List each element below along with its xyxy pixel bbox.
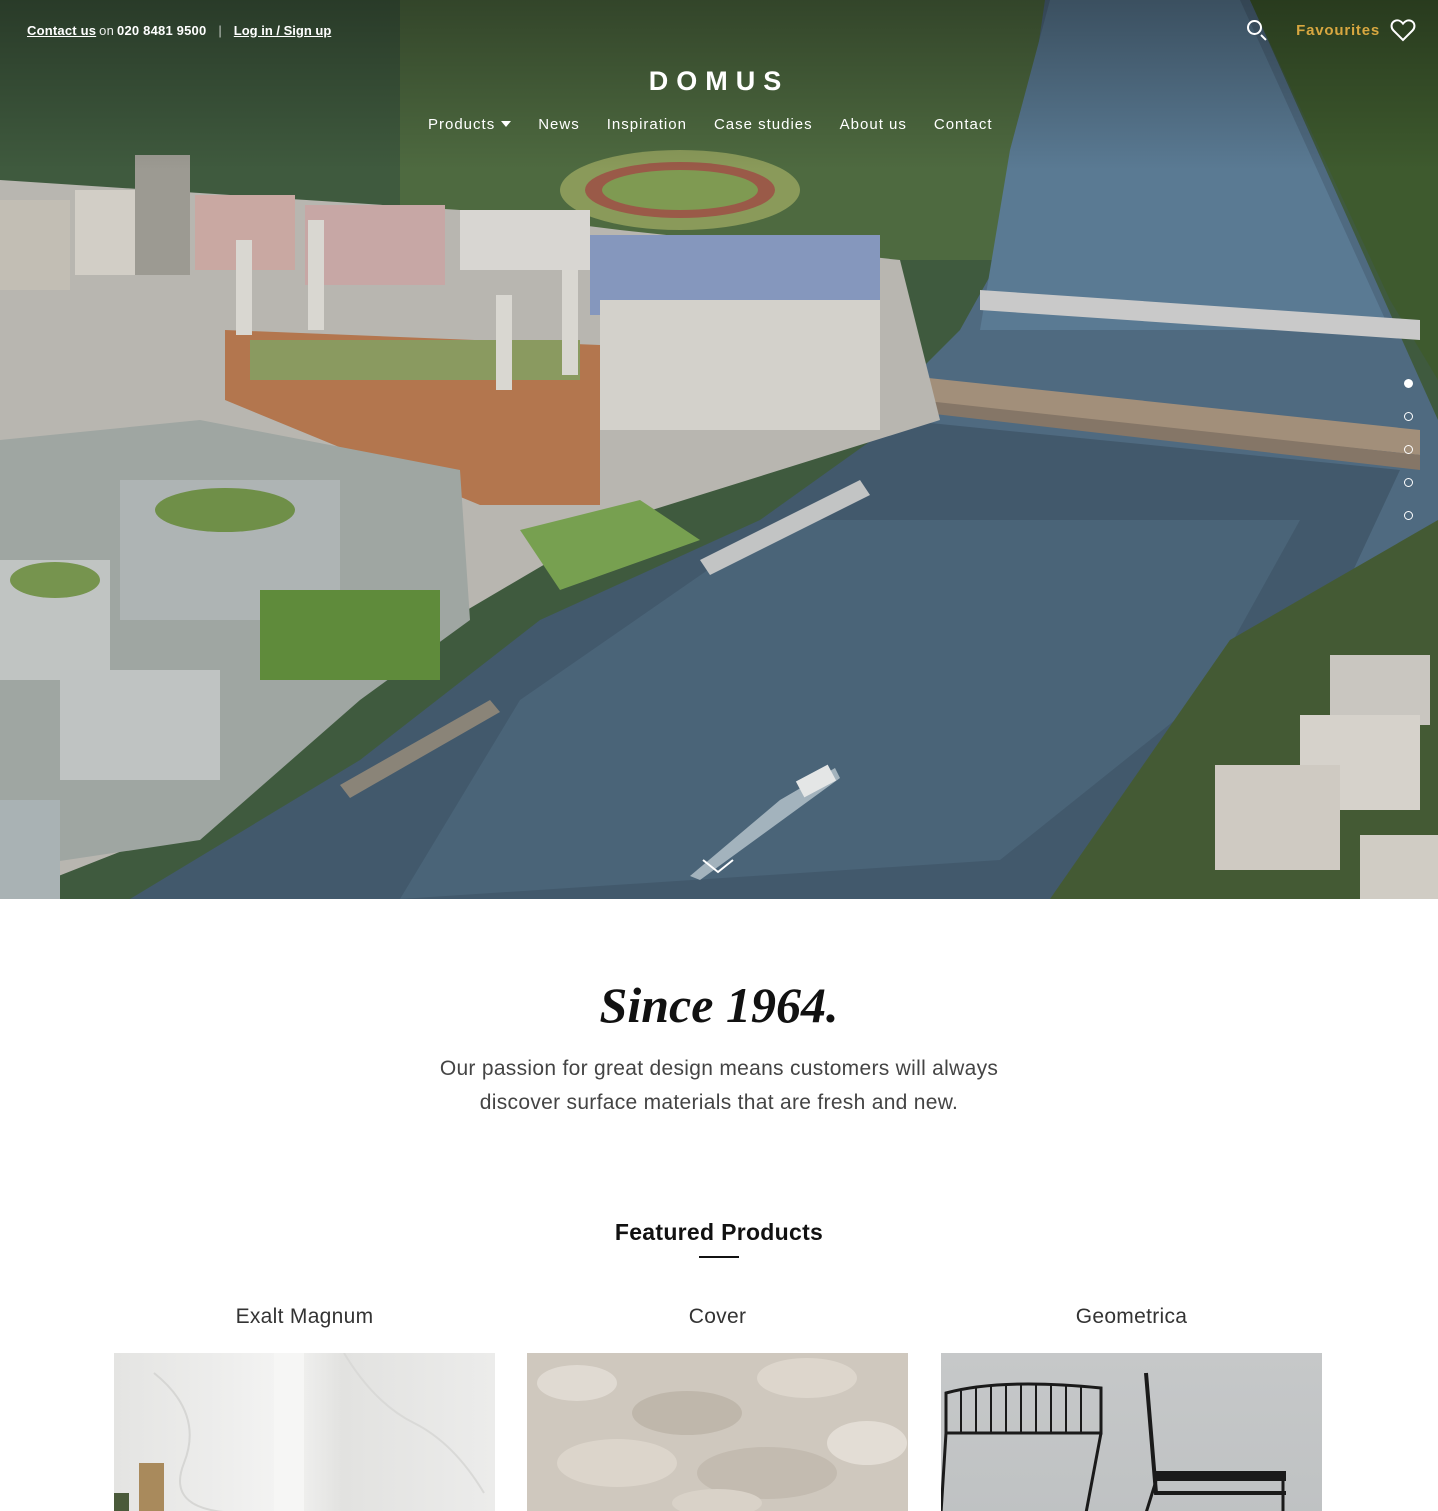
- main-nav: Products News Inspiration Case studies A…: [428, 116, 993, 133]
- favourites-link[interactable]: Favourites: [1296, 22, 1380, 39]
- login-signup-link[interactable]: Log in / Sign up: [234, 23, 331, 38]
- nav-item-news[interactable]: News: [538, 116, 580, 133]
- product-name[interactable]: Exalt Magnum: [114, 1305, 495, 1335]
- product-card[interactable]: Geometrica: [941, 1305, 1322, 1511]
- topbar-separator: |: [218, 22, 222, 38]
- product-name[interactable]: Geometrica: [941, 1305, 1322, 1335]
- slider-pagination: [1404, 379, 1414, 544]
- product-name[interactable]: Cover: [527, 1305, 908, 1335]
- intro-tagline: Our passion for great design means custo…: [369, 1052, 1069, 1120]
- topbar-actions: Favourites: [1246, 18, 1416, 42]
- search-icon[interactable]: [1246, 19, 1268, 41]
- product-image[interactable]: [527, 1353, 908, 1511]
- nav-item-about-us[interactable]: About us: [840, 116, 907, 133]
- nav-item-label: Products: [428, 116, 496, 133]
- slide-dot[interactable]: [1404, 445, 1413, 454]
- phone-number[interactable]: 020 8481 9500: [117, 23, 206, 38]
- nav-item-products[interactable]: Products: [428, 116, 512, 133]
- product-card[interactable]: Cover: [527, 1305, 908, 1511]
- nav-item-contact[interactable]: Contact: [934, 116, 993, 133]
- slide-dot[interactable]: [1404, 412, 1413, 421]
- top-bar: Contact us on 020 8481 9500 | Log in / Sig…: [27, 18, 1416, 42]
- product-image[interactable]: [941, 1353, 1322, 1511]
- contact-us-link[interactable]: Contact us: [27, 23, 96, 38]
- nav-item-case-studies[interactable]: Case studies: [714, 116, 813, 133]
- intro-heading: Since 1964.: [599, 977, 839, 1033]
- featured-products-title: Featured Products: [614, 1219, 824, 1245]
- hero-banner: Contact us on 020 8481 9500 | Log in / Sig…: [0, 0, 1438, 899]
- chevron-down-icon[interactable]: [702, 858, 734, 874]
- heart-icon[interactable]: [1390, 18, 1416, 42]
- contact-on-text: on: [99, 22, 115, 38]
- product-card[interactable]: Exalt Magnum: [114, 1305, 495, 1511]
- slide-dot[interactable]: [1404, 511, 1413, 520]
- slide-dot[interactable]: [1404, 379, 1413, 388]
- nav-item-inspiration[interactable]: Inspiration: [607, 116, 687, 133]
- caret-down-icon: [501, 121, 512, 128]
- tagline-line-1: Our passion for great design means custo…: [439, 1057, 999, 1080]
- slide-dot[interactable]: [1404, 478, 1413, 487]
- site-logo[interactable]: DOMUS: [0, 66, 1438, 97]
- product-image[interactable]: [114, 1353, 495, 1511]
- contact-info: Contact us on 020 8481 9500: [27, 23, 206, 38]
- tagline-line-2: discover surface materials that are fres…: [479, 1091, 959, 1114]
- title-underline: [699, 1256, 739, 1258]
